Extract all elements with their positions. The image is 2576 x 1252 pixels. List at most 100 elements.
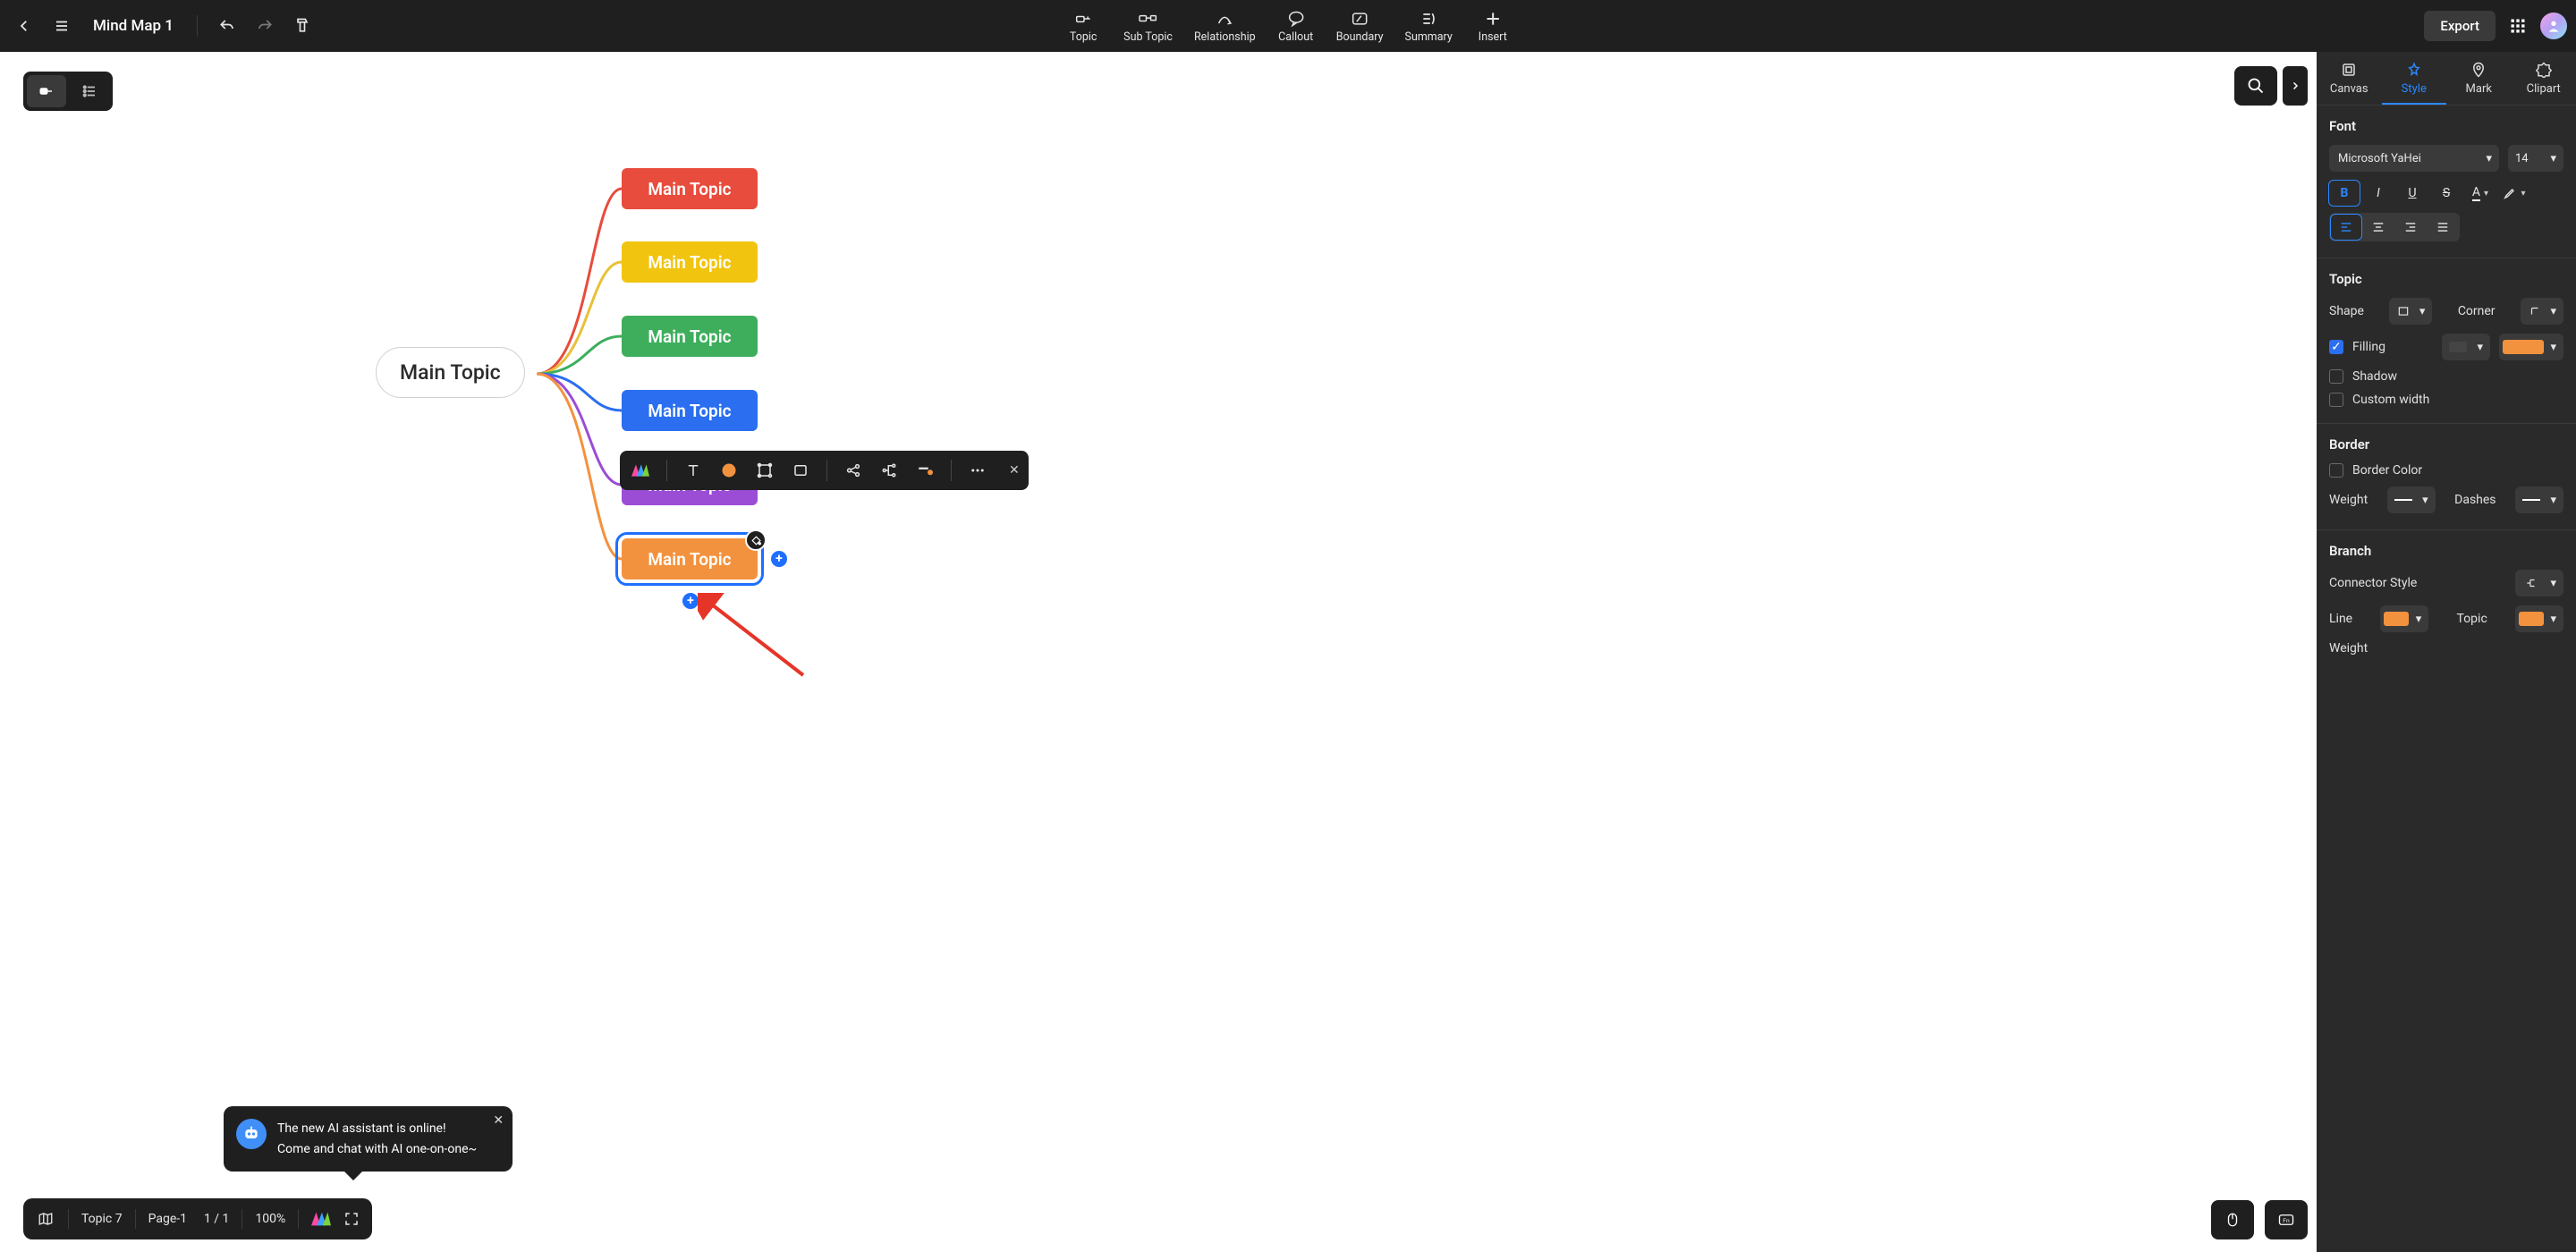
filling-color-select[interactable]: ▾ bbox=[2499, 334, 2563, 360]
tab-style[interactable]: Style bbox=[2382, 52, 2447, 105]
shape-select[interactable]: ▾ bbox=[2389, 298, 2432, 325]
connector-style-label: Connector Style bbox=[2329, 576, 2417, 590]
back-icon[interactable] bbox=[9, 11, 39, 41]
border-color-checkbox[interactable] bbox=[2329, 463, 2343, 478]
connector-style-select[interactable]: ▾ bbox=[2515, 570, 2563, 596]
strike-button[interactable]: S bbox=[2431, 181, 2462, 206]
tab-clipart[interactable]: Clipart bbox=[2512, 52, 2576, 105]
section-topic: Topic Shape ▾ Corner ▾ ✓ Filling ▾ ▾ Sha… bbox=[2317, 258, 2576, 424]
rectangle-icon[interactable] bbox=[789, 459, 812, 482]
fill-color-icon[interactable] bbox=[717, 459, 741, 482]
dashes-label: Dashes bbox=[2454, 493, 2496, 507]
underline-button[interactable]: U bbox=[2397, 181, 2428, 206]
section-font: Font Microsoft YaHei▾ 14▾ B I U S A▾ ▾ bbox=[2317, 106, 2576, 258]
menu-icon[interactable] bbox=[47, 11, 77, 41]
section-border: Border Border Color Weight ▾ Dashes ▾ bbox=[2317, 424, 2576, 530]
section-branch: Branch Connector Style ▾ Line ▾ Topic ▾ … bbox=[2317, 530, 2576, 672]
branch-title: Branch bbox=[2329, 543, 2563, 559]
paste-style-icon[interactable] bbox=[287, 11, 318, 41]
ai-avatar-icon bbox=[236, 1119, 267, 1149]
mindmap: Main Topic Main Topic Main Topic Main To… bbox=[358, 106, 823, 606]
toolbar-callout[interactable]: Callout bbox=[1274, 7, 1318, 46]
toolbar-topic[interactable]: Topic bbox=[1061, 7, 1106, 46]
shadow-label: Shadow bbox=[2352, 369, 2397, 384]
view-toggle bbox=[23, 72, 113, 111]
status-zoom[interactable]: 100% bbox=[255, 1212, 285, 1226]
toolbar-boundary[interactable]: Boundary bbox=[1333, 7, 1387, 46]
bold-button[interactable]: B bbox=[2329, 181, 2360, 206]
outline-view-button[interactable] bbox=[70, 75, 109, 107]
toolbar-subtopic[interactable]: Sub Topic bbox=[1120, 7, 1176, 46]
align-right-button[interactable] bbox=[2395, 215, 2426, 240]
tab-canvas[interactable]: Canvas bbox=[2317, 52, 2382, 105]
undo-icon[interactable] bbox=[212, 11, 242, 41]
shape-edit-icon[interactable] bbox=[753, 459, 776, 482]
toolbar-relationship[interactable]: Relationship bbox=[1191, 7, 1259, 46]
text-icon[interactable] bbox=[682, 459, 705, 482]
align-left-button[interactable] bbox=[2331, 215, 2361, 240]
corner-label: Corner bbox=[2458, 304, 2496, 318]
right-panel: Canvas Style Mark Clipart Font Microsoft… bbox=[2317, 52, 2576, 1252]
toolbar-summary[interactable]: Summary bbox=[1402, 7, 1456, 46]
tab-mark[interactable]: Mark bbox=[2446, 52, 2512, 105]
redo-icon[interactable] bbox=[250, 11, 280, 41]
corner-select[interactable]: ▾ bbox=[2521, 298, 2563, 325]
toolbar-insert[interactable]: Insert bbox=[1470, 7, 1515, 46]
fullscreen-icon[interactable] bbox=[343, 1211, 360, 1227]
font-color-button[interactable]: A▾ bbox=[2465, 181, 2496, 206]
map-outline-icon[interactable] bbox=[36, 1211, 55, 1227]
filling-pattern-select[interactable]: ▾ bbox=[2442, 334, 2490, 360]
child-node-3[interactable]: Main Topic bbox=[622, 316, 758, 357]
dashes-select[interactable]: ▾ bbox=[2515, 486, 2563, 513]
align-justify-button[interactable] bbox=[2428, 215, 2458, 240]
more-icon[interactable] bbox=[966, 459, 989, 482]
shadow-checkbox[interactable] bbox=[2329, 369, 2343, 384]
child-node-2[interactable]: Main Topic bbox=[622, 241, 758, 283]
ai-icon[interactable] bbox=[629, 459, 652, 482]
apps-grid-icon[interactable] bbox=[2506, 14, 2529, 38]
child-node-6-label: Main Topic bbox=[648, 549, 731, 570]
add-child-below-button[interactable]: + bbox=[682, 593, 699, 609]
border-weight-select[interactable]: ▾ bbox=[2387, 486, 2436, 513]
branch-icon[interactable] bbox=[877, 459, 901, 482]
export-button[interactable]: Export bbox=[2424, 11, 2496, 41]
filling-checkbox[interactable]: ✓ bbox=[2329, 340, 2343, 354]
mindmap-view-button[interactable] bbox=[27, 75, 66, 107]
font-title: Font bbox=[2329, 118, 2563, 134]
font-family-select[interactable]: Microsoft YaHei▾ bbox=[2329, 145, 2499, 172]
close-popup-icon[interactable]: ✕ bbox=[493, 1113, 504, 1128]
line-style-icon[interactable] bbox=[913, 459, 936, 482]
font-size-select[interactable]: 14▾ bbox=[2508, 145, 2563, 172]
border-color-label: Border Color bbox=[2352, 463, 2422, 478]
add-sibling-right-button[interactable]: + bbox=[771, 551, 787, 567]
ai-logo-icon[interactable] bbox=[311, 1212, 331, 1226]
branch-topic-color[interactable]: ▾ bbox=[2515, 605, 2563, 632]
italic-button[interactable]: I bbox=[2363, 181, 2394, 206]
custom-width-label: Custom width bbox=[2352, 393, 2429, 407]
close-toolbar-icon[interactable]: ✕ bbox=[1009, 463, 1020, 478]
ai-popup-line1: The new AI assistant is online! bbox=[277, 1119, 477, 1138]
paint-bucket-icon[interactable] bbox=[745, 529, 767, 551]
share-nodes-icon[interactable] bbox=[842, 459, 865, 482]
child-node-6-selected[interactable]: Main Topic bbox=[622, 538, 758, 579]
mouse-mode-button[interactable] bbox=[2211, 1200, 2254, 1239]
child-node-4[interactable]: Main Topic bbox=[622, 390, 758, 431]
document-title[interactable]: Mind Map 1 bbox=[93, 17, 174, 35]
ai-popup-line2: Come and chat with AI one-on-one~ bbox=[277, 1139, 477, 1159]
align-center-button[interactable] bbox=[2363, 215, 2394, 240]
canvas[interactable]: Main Topic Main Topic Main Topic Main To… bbox=[0, 52, 2317, 1252]
panel-collapse-button[interactable] bbox=[2283, 66, 2308, 106]
node-floating-toolbar: ✕ bbox=[620, 451, 1029, 490]
function-key-button[interactable]: Fn bbox=[2265, 1200, 2308, 1239]
custom-width-checkbox[interactable] bbox=[2329, 393, 2343, 407]
center-node[interactable]: Main Topic bbox=[376, 347, 525, 398]
highlight-button[interactable]: ▾ bbox=[2499, 181, 2529, 206]
search-button[interactable] bbox=[2234, 66, 2277, 106]
svg-text:Fn: Fn bbox=[2283, 1217, 2290, 1224]
child-node-1[interactable]: Main Topic bbox=[622, 168, 758, 209]
divider bbox=[197, 15, 198, 37]
status-topic[interactable]: Topic 7 bbox=[81, 1212, 123, 1226]
branch-line-color[interactable]: ▾ bbox=[2380, 605, 2428, 632]
status-page[interactable]: Page-1 1 / 1 bbox=[148, 1212, 230, 1226]
avatar[interactable] bbox=[2540, 13, 2567, 39]
